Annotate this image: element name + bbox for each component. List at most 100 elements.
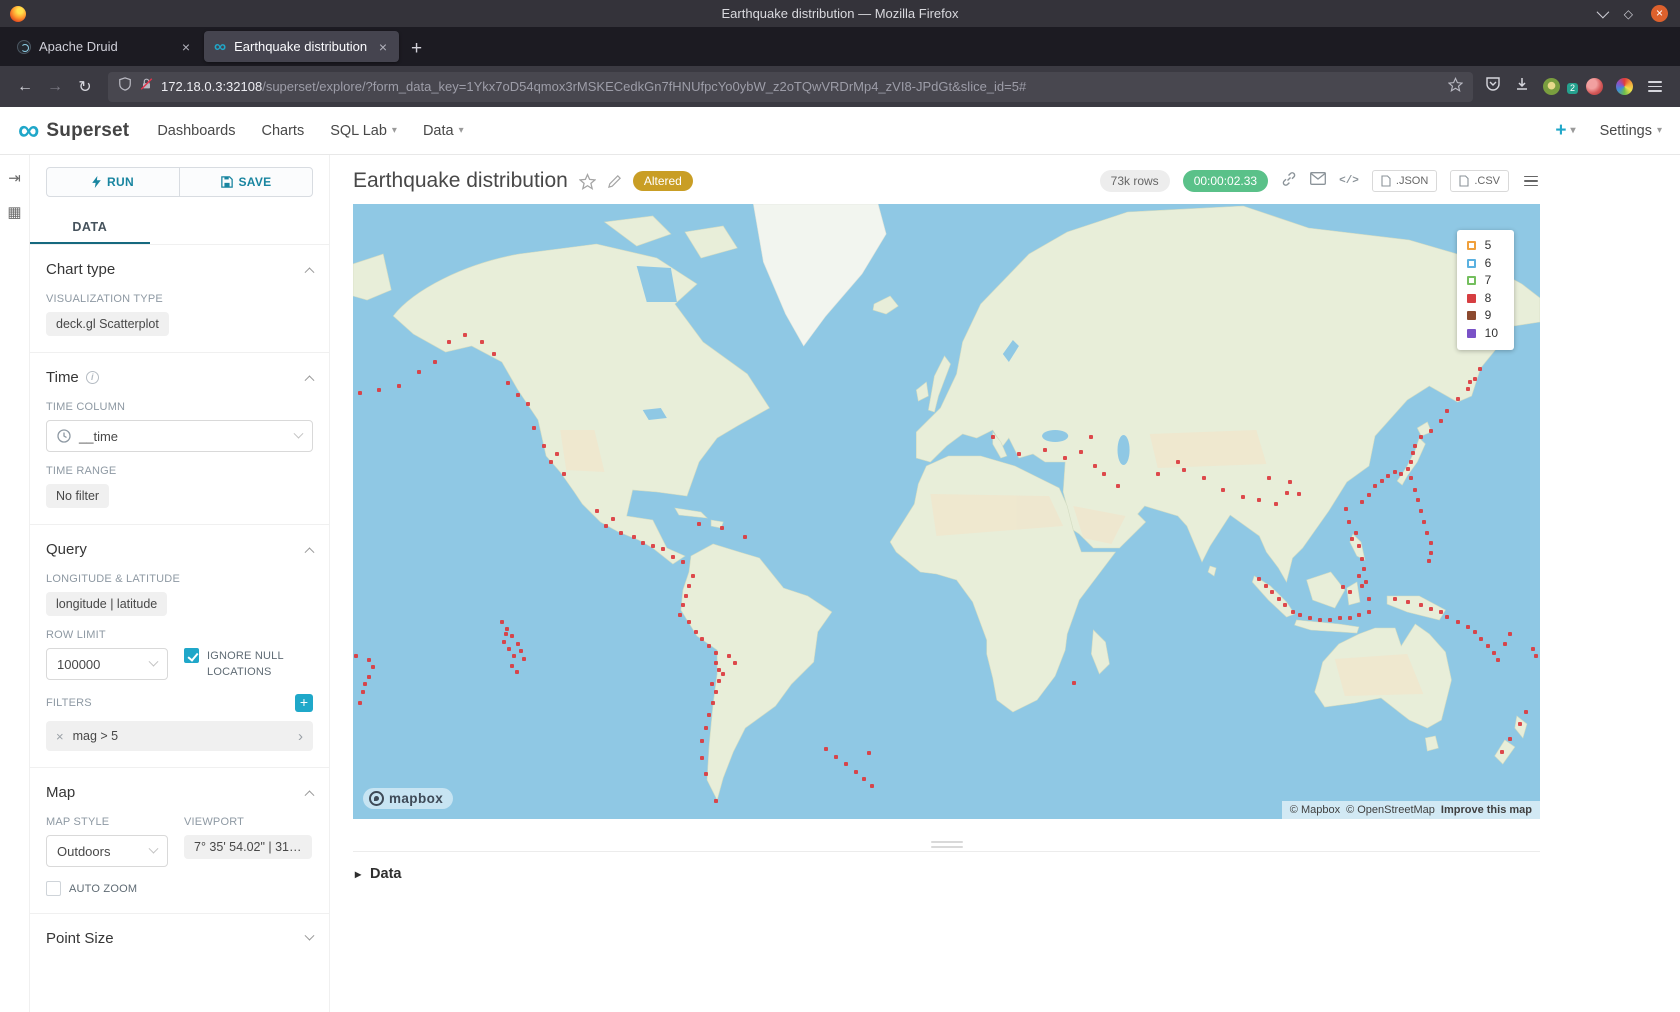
tab-data[interactable]: DATA (30, 210, 150, 244)
earthquake-point[interactable] (595, 509, 599, 513)
earthquake-point[interactable] (1531, 647, 1535, 651)
earthquake-point[interactable] (397, 384, 401, 388)
earthquake-point[interactable] (1524, 710, 1528, 714)
earthquake-point[interactable] (1270, 590, 1274, 594)
earthquake-point[interactable] (1348, 590, 1352, 594)
earthquake-point[interactable] (1419, 435, 1423, 439)
nav-item-data[interactable]: Data▾ (423, 123, 464, 139)
earthquake-point[interactable] (1285, 491, 1289, 495)
earthquake-point[interactable] (515, 670, 519, 674)
legend-item[interactable]: 9 (1467, 308, 1498, 324)
earthquake-point[interactable] (678, 613, 682, 617)
earthquake-point[interactable] (1350, 537, 1354, 541)
earthquake-point[interactable] (824, 747, 828, 751)
earthquake-point[interactable] (1478, 367, 1482, 371)
mapbox-logo[interactable]: mapbox (363, 788, 453, 809)
earthquake-point[interactable] (1328, 618, 1332, 622)
earthquake-point[interactable] (1439, 610, 1443, 614)
earthquake-point[interactable] (1445, 615, 1449, 619)
earthquake-point[interactable] (1367, 493, 1371, 497)
earthquake-point[interactable] (1468, 380, 1472, 384)
extension-icon-green[interactable] (1543, 78, 1560, 95)
window-titlebar[interactable]: Earthquake distribution — Mozilla Firefo… (0, 0, 1680, 27)
earthquake-point[interactable] (604, 524, 608, 528)
earthquake-point[interactable] (1264, 584, 1268, 588)
earthquake-point[interactable] (1386, 474, 1390, 478)
earthquake-point[interactable] (651, 544, 655, 548)
earthquake-point[interactable] (1393, 597, 1397, 601)
earthquake-point[interactable] (367, 675, 371, 679)
earthquake-point[interactable] (358, 701, 362, 705)
earthquake-point[interactable] (1354, 531, 1358, 535)
legend-item[interactable]: 10 (1467, 326, 1498, 342)
tab-close-icon[interactable]: × (180, 39, 192, 55)
nav-item-charts[interactable]: Charts (262, 123, 305, 139)
earthquake-point[interactable] (417, 370, 421, 374)
earthquake-point[interactable] (1367, 597, 1371, 601)
dataset-grid-icon[interactable]: ▦ (7, 203, 21, 221)
earthquake-point[interactable] (727, 654, 731, 658)
earthquake-point[interactable] (1357, 544, 1361, 548)
ignore-null-checkbox[interactable] (184, 648, 199, 663)
filter-expand-icon[interactable]: › (298, 728, 303, 745)
earthquake-point[interactable] (1413, 444, 1417, 448)
pocket-icon[interactable] (1485, 76, 1501, 97)
earthquake-point[interactable] (862, 777, 866, 781)
earthquake-point[interactable] (1298, 613, 1302, 617)
earthquake-point[interactable] (1518, 722, 1522, 726)
tab-apache-druid[interactable]: Apache Druid × (7, 31, 202, 62)
insecure-lock-icon[interactable] (140, 77, 153, 96)
filter-chip[interactable]: × mag > 5 › (46, 721, 313, 751)
data-section-toggle[interactable]: ▸ Data (353, 852, 1540, 896)
earthquake-point[interactable] (555, 452, 559, 456)
earthquake-point[interactable] (700, 637, 704, 641)
earthquake-point[interactable] (1176, 460, 1180, 464)
earthquake-point[interactable] (361, 690, 365, 694)
earthquake-point[interactable] (1508, 632, 1512, 636)
earthquake-point[interactable] (1500, 750, 1504, 754)
earthquake-point[interactable] (463, 333, 467, 337)
earthquake-point[interactable] (367, 658, 371, 662)
extension-icon-pinwheel[interactable] (1616, 78, 1633, 95)
earthquake-point[interactable] (510, 664, 514, 668)
browser-menu-icon[interactable] (1646, 79, 1664, 94)
legend-item[interactable]: 5 (1467, 238, 1498, 254)
earthquake-point[interactable] (691, 574, 695, 578)
earthquake-point[interactable] (697, 522, 701, 526)
save-button[interactable]: SAVE (179, 167, 313, 197)
earthquake-point[interactable] (1422, 520, 1426, 524)
earthquake-point[interactable] (516, 393, 520, 397)
earthquake-point[interactable] (1429, 429, 1433, 433)
earthquake-point[interactable] (707, 644, 711, 648)
earthquake-point[interactable] (532, 426, 536, 430)
earthquake-point[interactable] (1409, 476, 1413, 480)
earthquake-point[interactable] (707, 713, 711, 717)
earthquake-point[interactable] (519, 649, 523, 653)
extension-icon-avatar[interactable] (1586, 78, 1603, 95)
section-header-point-size[interactable]: Point Size (46, 926, 313, 949)
earthquake-point[interactable] (1456, 397, 1460, 401)
edit-pencil-icon[interactable] (607, 174, 622, 189)
earthquake-point[interactable] (641, 541, 645, 545)
earthquake-point[interactable] (1364, 580, 1368, 584)
earthquake-point[interactable] (671, 555, 675, 559)
earthquake-point[interactable] (714, 690, 718, 694)
forward-button[interactable]: → (40, 78, 70, 96)
earthquake-point[interactable] (1503, 642, 1507, 646)
earthquake-point[interactable] (1429, 607, 1433, 611)
earthquake-point[interactable] (1347, 520, 1351, 524)
earthquake-point[interactable] (507, 647, 511, 651)
earthquake-point[interactable] (1277, 597, 1281, 601)
remove-filter-icon[interactable]: × (56, 729, 64, 744)
earthquake-point[interactable] (704, 772, 708, 776)
bookmark-star-icon[interactable] (1448, 77, 1463, 97)
earthquake-point[interactable] (1419, 603, 1423, 607)
earthquake-point[interactable] (1288, 480, 1292, 484)
earthquake-point[interactable] (1406, 600, 1410, 604)
earthquake-point[interactable] (512, 654, 516, 658)
settings-menu[interactable]: Settings▾ (1600, 123, 1662, 139)
earthquake-point[interactable] (704, 726, 708, 730)
nav-item-sql-lab[interactable]: SQL Lab▾ (330, 123, 397, 139)
earthquake-point[interactable] (1411, 451, 1415, 455)
ignore-null-checkbox-row[interactable]: IGNORE NULL LOCATIONS (184, 648, 313, 680)
